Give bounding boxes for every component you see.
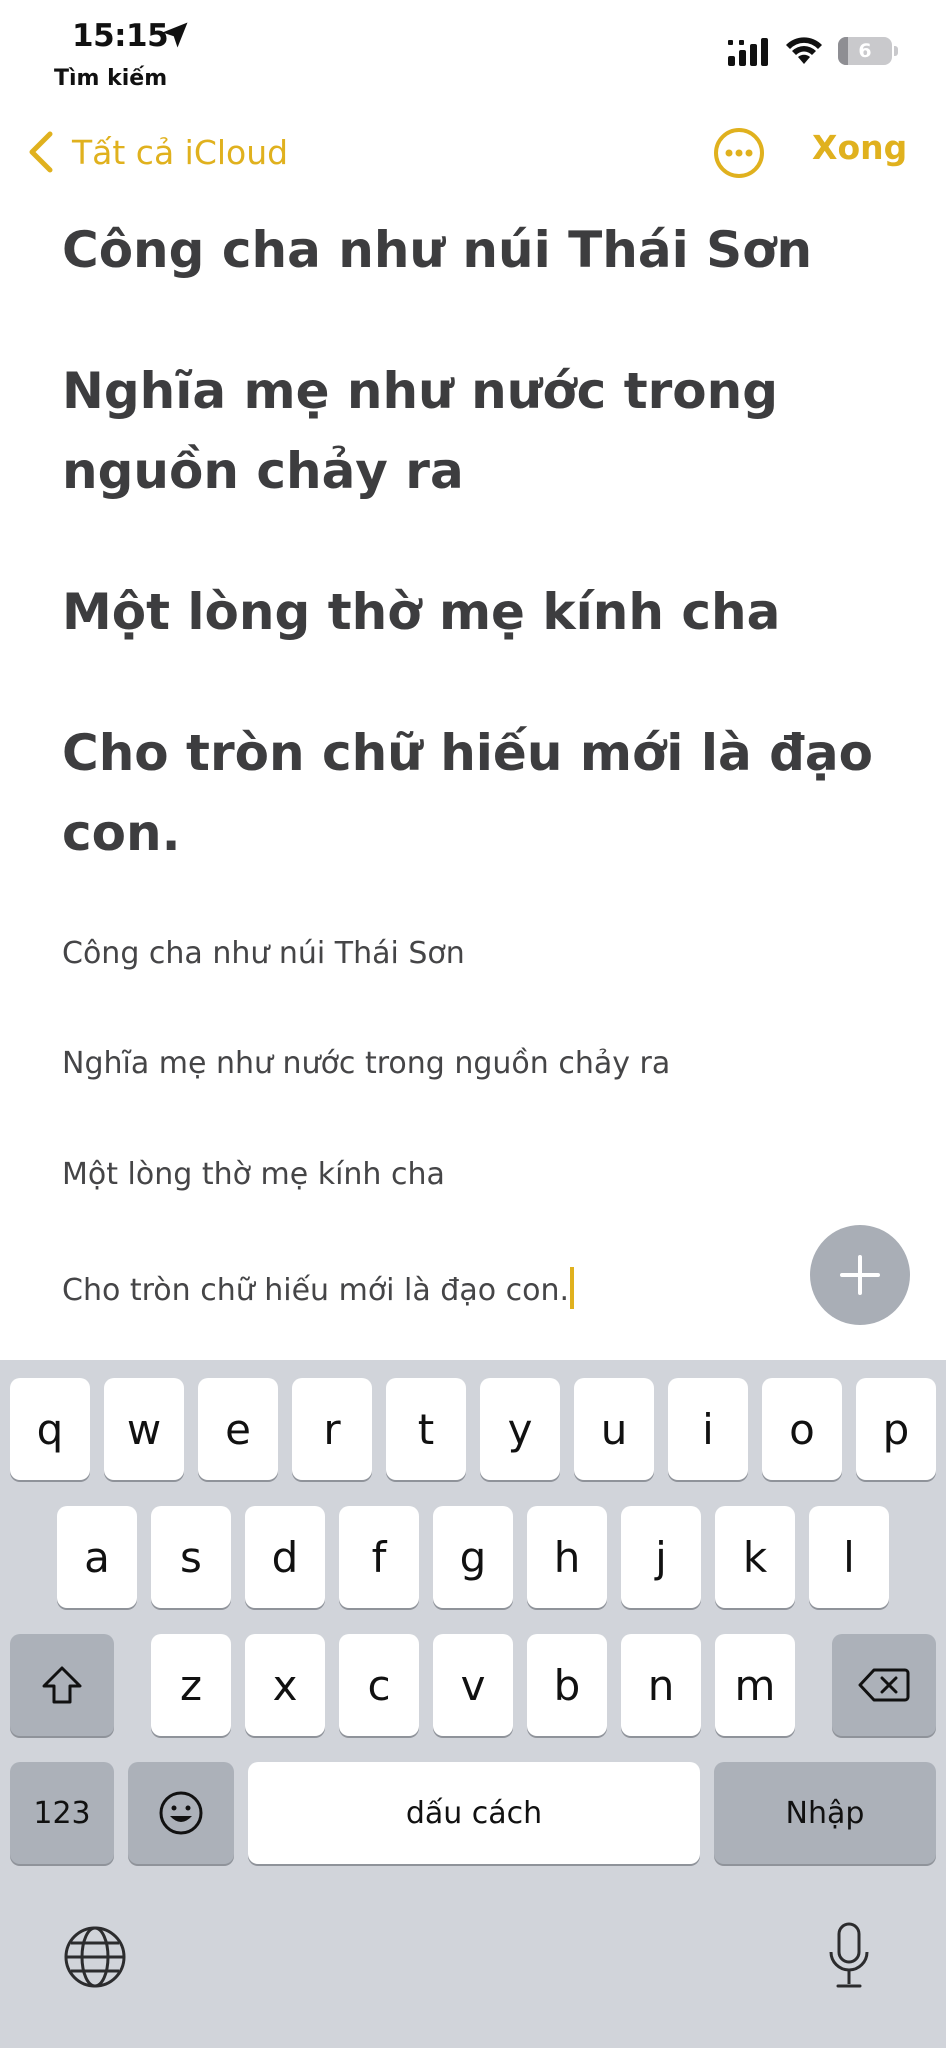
delete-key[interactable] <box>832 1634 936 1736</box>
ellipsis-circle-icon[interactable] <box>713 127 765 179</box>
key-d[interactable]: d <box>245 1506 325 1608</box>
key-l[interactable]: l <box>809 1506 889 1608</box>
globe-icon[interactable] <box>62 1924 128 1990</box>
key-c[interactable]: c <box>339 1634 419 1736</box>
keyboard: q w e r t y u i o p a s d f g h j k l z … <box>0 1360 946 2048</box>
microphone-icon[interactable] <box>826 1920 872 1992</box>
wifi-icon <box>786 37 822 64</box>
key-t[interactable]: t <box>386 1378 466 1480</box>
note-line: Một lòng thờ mẹ kính cha <box>62 1157 445 1192</box>
note-line-text: Cho tròn chữ hiếu mới là đạo con. <box>62 1273 570 1308</box>
key-s[interactable]: s <box>151 1506 231 1608</box>
text-cursor <box>570 1267 575 1309</box>
status-bar: 15:15 Tìm kiếm 6 <box>0 0 946 100</box>
cellular-signal-icon <box>728 38 768 66</box>
key-e[interactable]: e <box>198 1378 278 1480</box>
shift-icon <box>42 1666 82 1704</box>
key-m[interactable]: m <box>715 1634 795 1736</box>
shift-key[interactable] <box>10 1634 114 1736</box>
key-x[interactable]: x <box>245 1634 325 1736</box>
chevron-left-icon <box>29 131 53 173</box>
note-line-last: Cho tròn chữ hiếu mới là đạo con. <box>62 1267 575 1309</box>
note-line: Công cha như núi Thái Sơn <box>62 936 465 971</box>
key-r[interactable]: r <box>292 1378 372 1480</box>
key-z[interactable]: z <box>151 1634 231 1736</box>
emoji-icon <box>159 1791 203 1835</box>
key-w[interactable]: w <box>104 1378 184 1480</box>
key-n[interactable]: n <box>621 1634 701 1736</box>
plus-icon <box>840 1255 880 1295</box>
back-button[interactable]: Tất cả iCloud <box>26 128 288 176</box>
battery-icon: 6 <box>838 37 898 65</box>
key-q[interactable]: q <box>10 1378 90 1480</box>
return-key[interactable]: Nhập <box>714 1762 936 1864</box>
status-time: 15:15 <box>72 18 169 54</box>
key-v[interactable]: v <box>433 1634 513 1736</box>
key-g[interactable]: g <box>433 1506 513 1608</box>
add-button[interactable] <box>810 1225 910 1325</box>
back-button-label: Tất cả iCloud <box>72 132 289 172</box>
location-arrow-icon <box>162 22 188 48</box>
key-u[interactable]: u <box>574 1378 654 1480</box>
key-i[interactable]: i <box>668 1378 748 1480</box>
space-key[interactable]: dấu cách <box>248 1762 700 1864</box>
key-j[interactable]: j <box>621 1506 701 1608</box>
key-b[interactable]: b <box>527 1634 607 1736</box>
key-a[interactable]: a <box>57 1506 137 1608</box>
key-o[interactable]: o <box>762 1378 842 1480</box>
back-to-app-label[interactable]: Tìm kiếm <box>54 66 167 91</box>
note-heading: Cho tròn chữ hiếu mới là đạo con. <box>62 724 874 862</box>
key-y[interactable]: y <box>480 1378 560 1480</box>
battery-level: 6 <box>858 40 872 62</box>
note-editor[interactable]: Công cha như núi Thái Sơn Nghĩa mẹ như n… <box>62 210 892 873</box>
note-heading: Một lòng thờ mẹ kính cha <box>62 583 781 641</box>
numbers-key[interactable]: 123 <box>10 1762 114 1864</box>
note-line: Nghĩa mẹ như nước trong nguồn chảy ra <box>62 1046 671 1081</box>
note-heading: Nghĩa mẹ như nước trong nguồn chảy ra <box>62 362 779 500</box>
emoji-key[interactable] <box>128 1762 234 1864</box>
done-button[interactable]: Xong <box>812 128 907 167</box>
key-h[interactable]: h <box>527 1506 607 1608</box>
key-p[interactable]: p <box>856 1378 936 1480</box>
note-heading: Công cha như núi Thái Sơn <box>62 221 813 279</box>
backspace-icon <box>858 1668 910 1702</box>
key-f[interactable]: f <box>339 1506 419 1608</box>
key-k[interactable]: k <box>715 1506 795 1608</box>
